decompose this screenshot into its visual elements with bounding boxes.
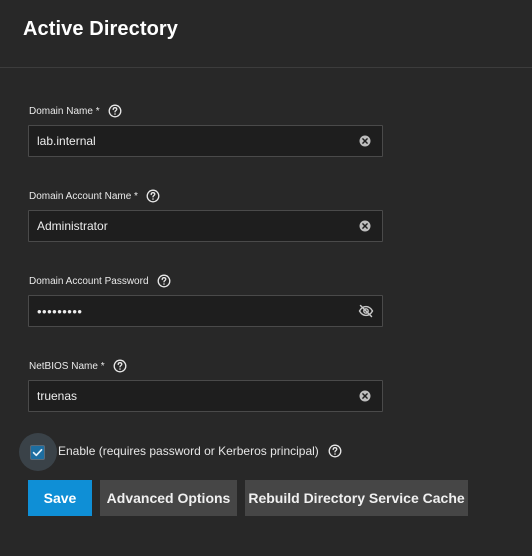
save-button[interactable]: Save: [28, 480, 92, 516]
account-password-field[interactable]: [28, 295, 383, 327]
enable-checkbox[interactable]: [30, 445, 45, 460]
active-directory-panel: Active Directory Domain Name * Domain Ac…: [0, 0, 532, 556]
clear-icon[interactable]: [358, 134, 372, 148]
help-icon[interactable]: [108, 104, 122, 118]
netbios-name-input[interactable]: [37, 381, 347, 411]
enable-checkbox-focus-ring[interactable]: [19, 433, 57, 471]
panel-header: Active Directory: [0, 0, 532, 68]
enable-label-row: Enable (requires password or Kerberos pr…: [58, 443, 342, 459]
help-icon[interactable]: [328, 444, 342, 458]
account-name-label-row: Domain Account Name *: [29, 187, 160, 205]
account-password-label-row: Domain Account Password: [29, 272, 171, 290]
advanced-options-button[interactable]: Advanced Options: [100, 480, 237, 516]
help-icon[interactable]: [146, 189, 160, 203]
domain-name-label-row: Domain Name *: [29, 102, 122, 120]
help-icon[interactable]: [157, 274, 171, 288]
clear-icon[interactable]: [358, 389, 372, 403]
netbios-name-field[interactable]: [28, 380, 383, 412]
help-icon[interactable]: [113, 359, 127, 373]
account-name-field[interactable]: [28, 210, 383, 242]
domain-name-label: Domain Name *: [29, 105, 100, 117]
eye-off-icon[interactable]: [358, 304, 374, 318]
check-icon: [32, 448, 43, 457]
rebuild-cache-button[interactable]: Rebuild Directory Service Cache: [245, 480, 468, 516]
account-password-label: Domain Account Password: [29, 275, 149, 287]
page-title: Active Directory: [23, 18, 178, 40]
enable-label[interactable]: Enable (requires password or Kerberos pr…: [58, 444, 319, 458]
account-name-label: Domain Account Name *: [29, 190, 138, 202]
account-password-input[interactable]: [37, 296, 347, 326]
netbios-name-label-row: NetBIOS Name *: [29, 357, 127, 375]
clear-icon[interactable]: [358, 219, 372, 233]
account-name-input[interactable]: [37, 211, 347, 241]
domain-name-field[interactable]: [28, 125, 383, 157]
domain-name-input[interactable]: [37, 126, 347, 156]
netbios-name-label: NetBIOS Name *: [29, 360, 105, 372]
